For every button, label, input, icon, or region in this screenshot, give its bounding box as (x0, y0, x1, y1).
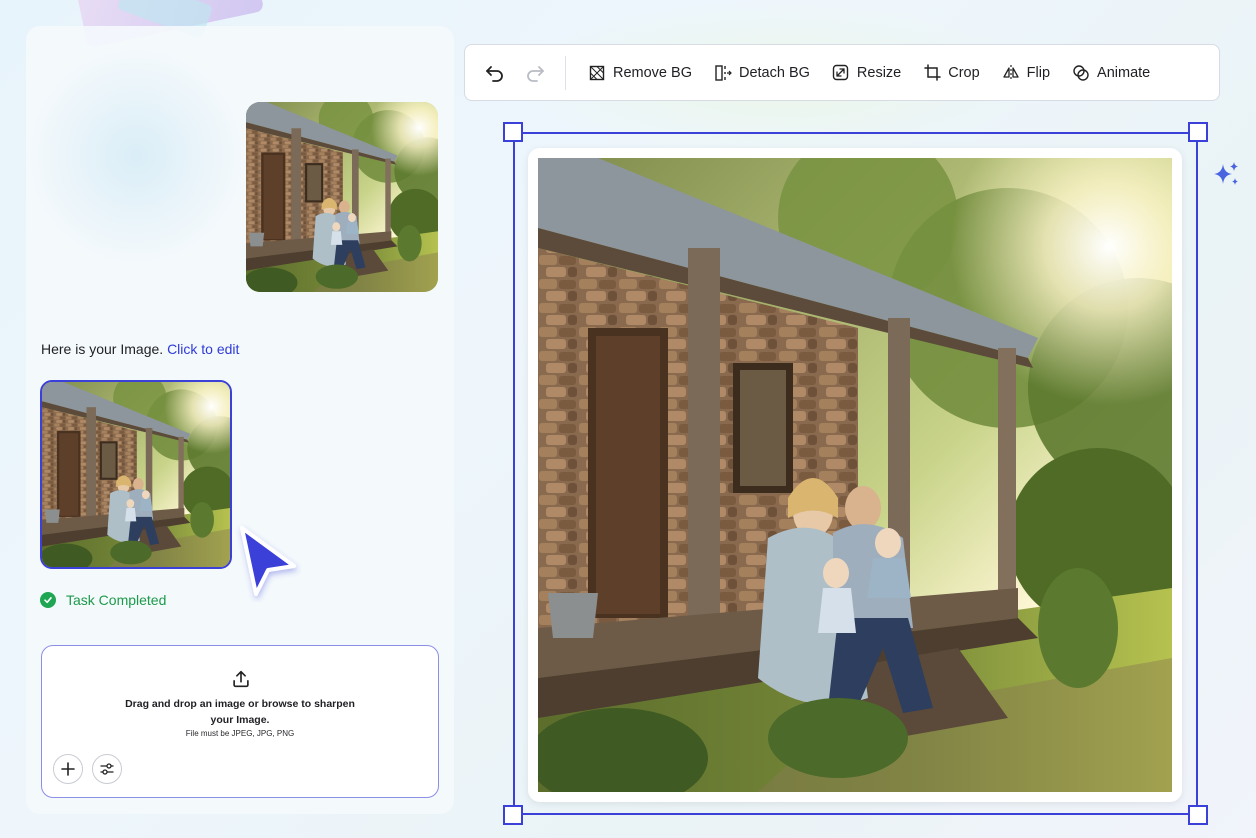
check-circle-icon (40, 592, 56, 608)
resize-handle-bottom-right[interactable] (1188, 805, 1208, 825)
flip-label: Flip (1026, 64, 1051, 81)
main-canvas-image[interactable] (538, 158, 1172, 792)
flip-icon (1002, 64, 1020, 82)
crop-button[interactable]: Crop (923, 64, 980, 82)
remove-bg-button[interactable]: Remove BG (588, 64, 692, 82)
settings-button[interactable] (92, 754, 122, 784)
animate-icon (1072, 64, 1090, 82)
editor-toolbar: Remove BG Detach BG Resize Crop Flip Ani… (464, 44, 1220, 101)
upload-file-types: File must be JPEG, JPG, PNG (185, 729, 295, 738)
detach-bg-label: Detach BG (738, 64, 810, 81)
detach-bg-icon (714, 64, 732, 82)
upload-instructions-text: Drag and drop an image or browse to shar… (125, 698, 355, 726)
sliders-icon (100, 763, 114, 775)
undo-icon (486, 65, 503, 82)
plus-icon (61, 762, 75, 776)
redo-icon (527, 65, 544, 82)
remove-bg-label: Remove BG (613, 64, 692, 81)
canvas-card (528, 148, 1182, 802)
sparkle-icon (1214, 162, 1238, 185)
resize-handle-top-left[interactable] (503, 122, 523, 142)
resize-icon (832, 64, 850, 82)
crop-icon (923, 64, 941, 82)
animate-button[interactable]: Animate (1072, 64, 1150, 82)
tool-list: Remove BG Detach BG Resize Crop Flip Ani… (566, 45, 1150, 100)
click-to-edit-link[interactable]: Click to edit (167, 341, 239, 357)
undo-button[interactable] (483, 61, 507, 85)
remove-bg-icon (588, 64, 606, 82)
resize-handle-bottom-left[interactable] (503, 805, 523, 825)
task-status-label: Task Completed (66, 592, 167, 608)
animate-label: Animate (1097, 64, 1151, 81)
pointer-cursor-icon (240, 526, 296, 596)
chat-message: Here is your Image. Click to edit (41, 341, 239, 357)
upload-dropzone[interactable]: Drag and drop an image or browse to shar… (41, 645, 439, 798)
resize-button[interactable]: Resize (832, 64, 901, 82)
add-button[interactable] (53, 754, 83, 784)
uploaded-image (246, 102, 438, 292)
upload-instructions: Drag and drop an image or browse to shar… (42, 696, 438, 728)
crop-label: Crop (948, 64, 980, 81)
flip-button[interactable]: Flip (1002, 64, 1050, 82)
redo-button[interactable] (523, 61, 547, 85)
chat-message-text: Here is your Image. (41, 341, 164, 357)
detach-bg-button[interactable]: Detach BG (714, 64, 810, 82)
history-controls (465, 55, 566, 90)
task-status: Task Completed (40, 592, 166, 608)
resize-label: Resize (856, 64, 902, 81)
chat-panel: Here is your Image. Click to edit Task C… (26, 26, 454, 814)
resize-handle-top-right[interactable] (1188, 122, 1208, 142)
upload-icon (233, 670, 249, 688)
result-image-thumbnail[interactable] (40, 380, 232, 569)
